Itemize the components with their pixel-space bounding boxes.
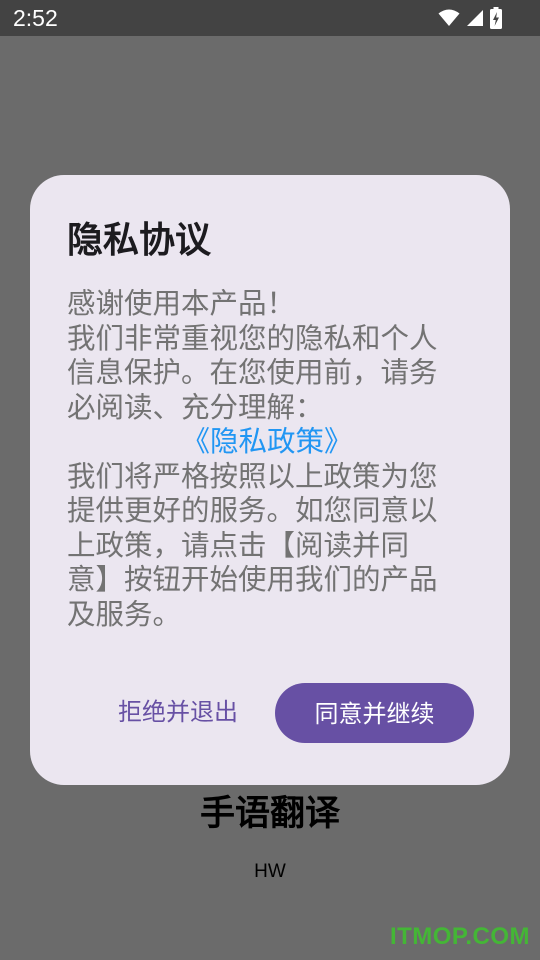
body-line: 必阅读、充分理解：	[67, 390, 324, 424]
body-line: 及服务。	[67, 597, 182, 631]
body-line: 提供更好的服务。如您同意以	[67, 494, 438, 527]
status-icons	[438, 7, 502, 29]
body-line: 感谢使用本产品！	[67, 287, 296, 320]
body-line: 上政策，请点击【阅读并同	[67, 528, 410, 562]
watermark: ITMOP.COM	[389, 923, 530, 950]
reject-and-exit-button[interactable]: 拒绝并退出	[112, 689, 244, 735]
dialog-title: 隐私协议	[67, 220, 212, 261]
body-line: 我们将严格按照以上政策为您	[67, 459, 438, 493]
dialog-body: 感谢使用本产品！ 我们非常重视您的隐私和个人 信息保护。在您使用前，请务 必阅读…	[67, 287, 467, 632]
wifi-icon	[438, 9, 460, 27]
body-line: 信息保护。在您使用前，请务	[67, 356, 438, 389]
agree-and-continue-button[interactable]: 同意并继续	[275, 683, 474, 743]
body-line: 意】按钮开始使用我们的产品	[67, 563, 438, 596]
app-subtitle: HW	[254, 861, 286, 882]
app-title: 手语翻译	[199, 794, 340, 834]
status-bar: 2:52	[0, 0, 540, 36]
privacy-policy-link[interactable]: 《隐私政策》	[67, 425, 467, 460]
cellular-signal-icon	[466, 9, 484, 27]
body-line: 我们非常重视您的隐私和个人	[67, 321, 438, 355]
privacy-dialog: 隐私协议 感谢使用本产品！ 我们非常重视您的隐私和个人 信息保护。在您使用前，请…	[30, 175, 510, 785]
status-time: 2:52	[13, 5, 58, 31]
battery-charging-icon	[490, 7, 502, 29]
